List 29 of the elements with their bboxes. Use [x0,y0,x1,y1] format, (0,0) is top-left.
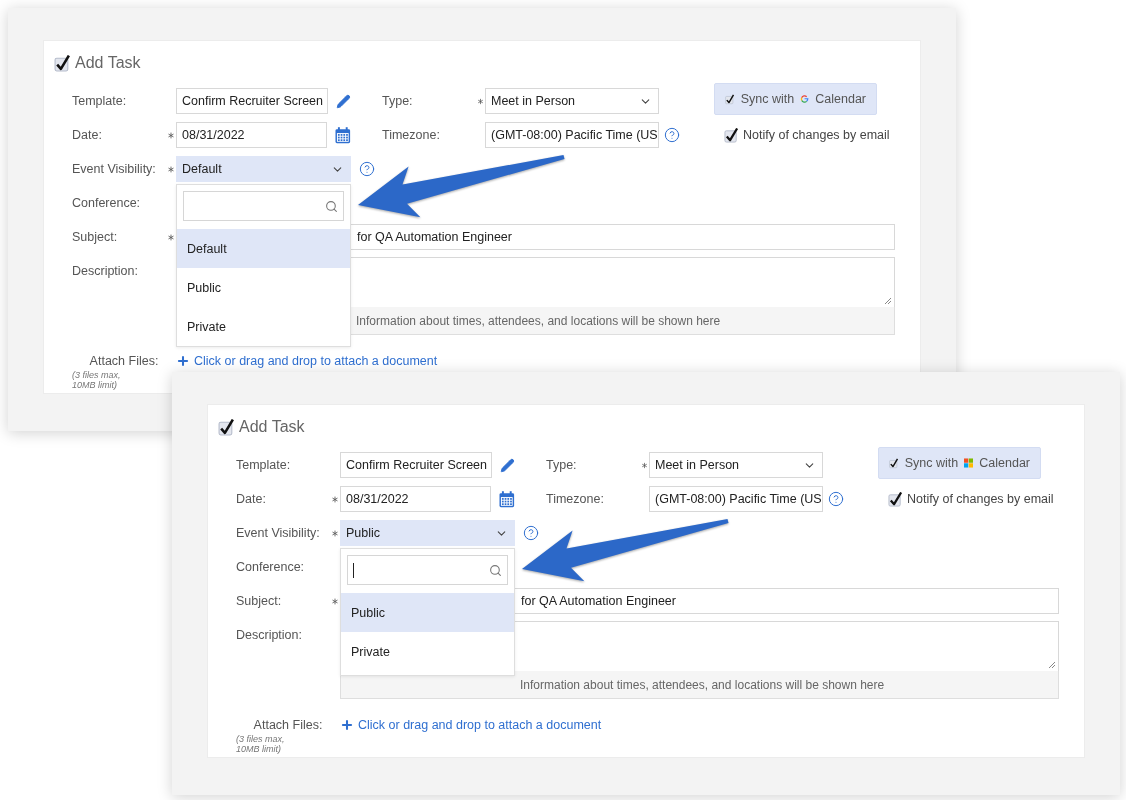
card-title: Add Task [239,418,305,436]
field-label: Attach Files: [253,718,323,732]
button-text: Sync with [740,92,795,106]
button-text: Calendar [979,456,1030,470]
hint-text: (3 files max, 10MB limit) [72,371,122,391]
info-text: Information about times, attendees, and locations will be shown here [340,671,1059,699]
field-label: Date: [72,128,103,142]
field-label: Event Visibility: [236,526,321,540]
button-text: Calendar [815,92,866,106]
field-label: Date: [236,492,267,506]
field-label: Description: [236,627,303,642]
field-label: Event Visibility: [72,162,157,176]
field-label: Type: [546,458,578,472]
field-label: Type: [382,94,414,108]
field-label: Template: [72,94,128,108]
field-label: Timezone: [382,128,441,142]
field-label: Timezone: [546,492,605,506]
field-label: Template: [236,458,292,472]
field-label: Description: [72,263,139,278]
field-label: Attach Files: [89,354,159,368]
checkbox-label: Notify of changes by email [907,492,1054,506]
button-text: Sync with [904,456,959,470]
field-label: Conference: [72,196,142,210]
field-label: Subject: [72,230,119,244]
hint-text: (3 files max, 10MB limit) [236,735,286,755]
field-label: Subject: [236,594,283,608]
card-title: Add Task [75,54,141,72]
field-label: Conference: [236,560,306,574]
checkbox-label: Notify of changes by email [743,128,890,142]
